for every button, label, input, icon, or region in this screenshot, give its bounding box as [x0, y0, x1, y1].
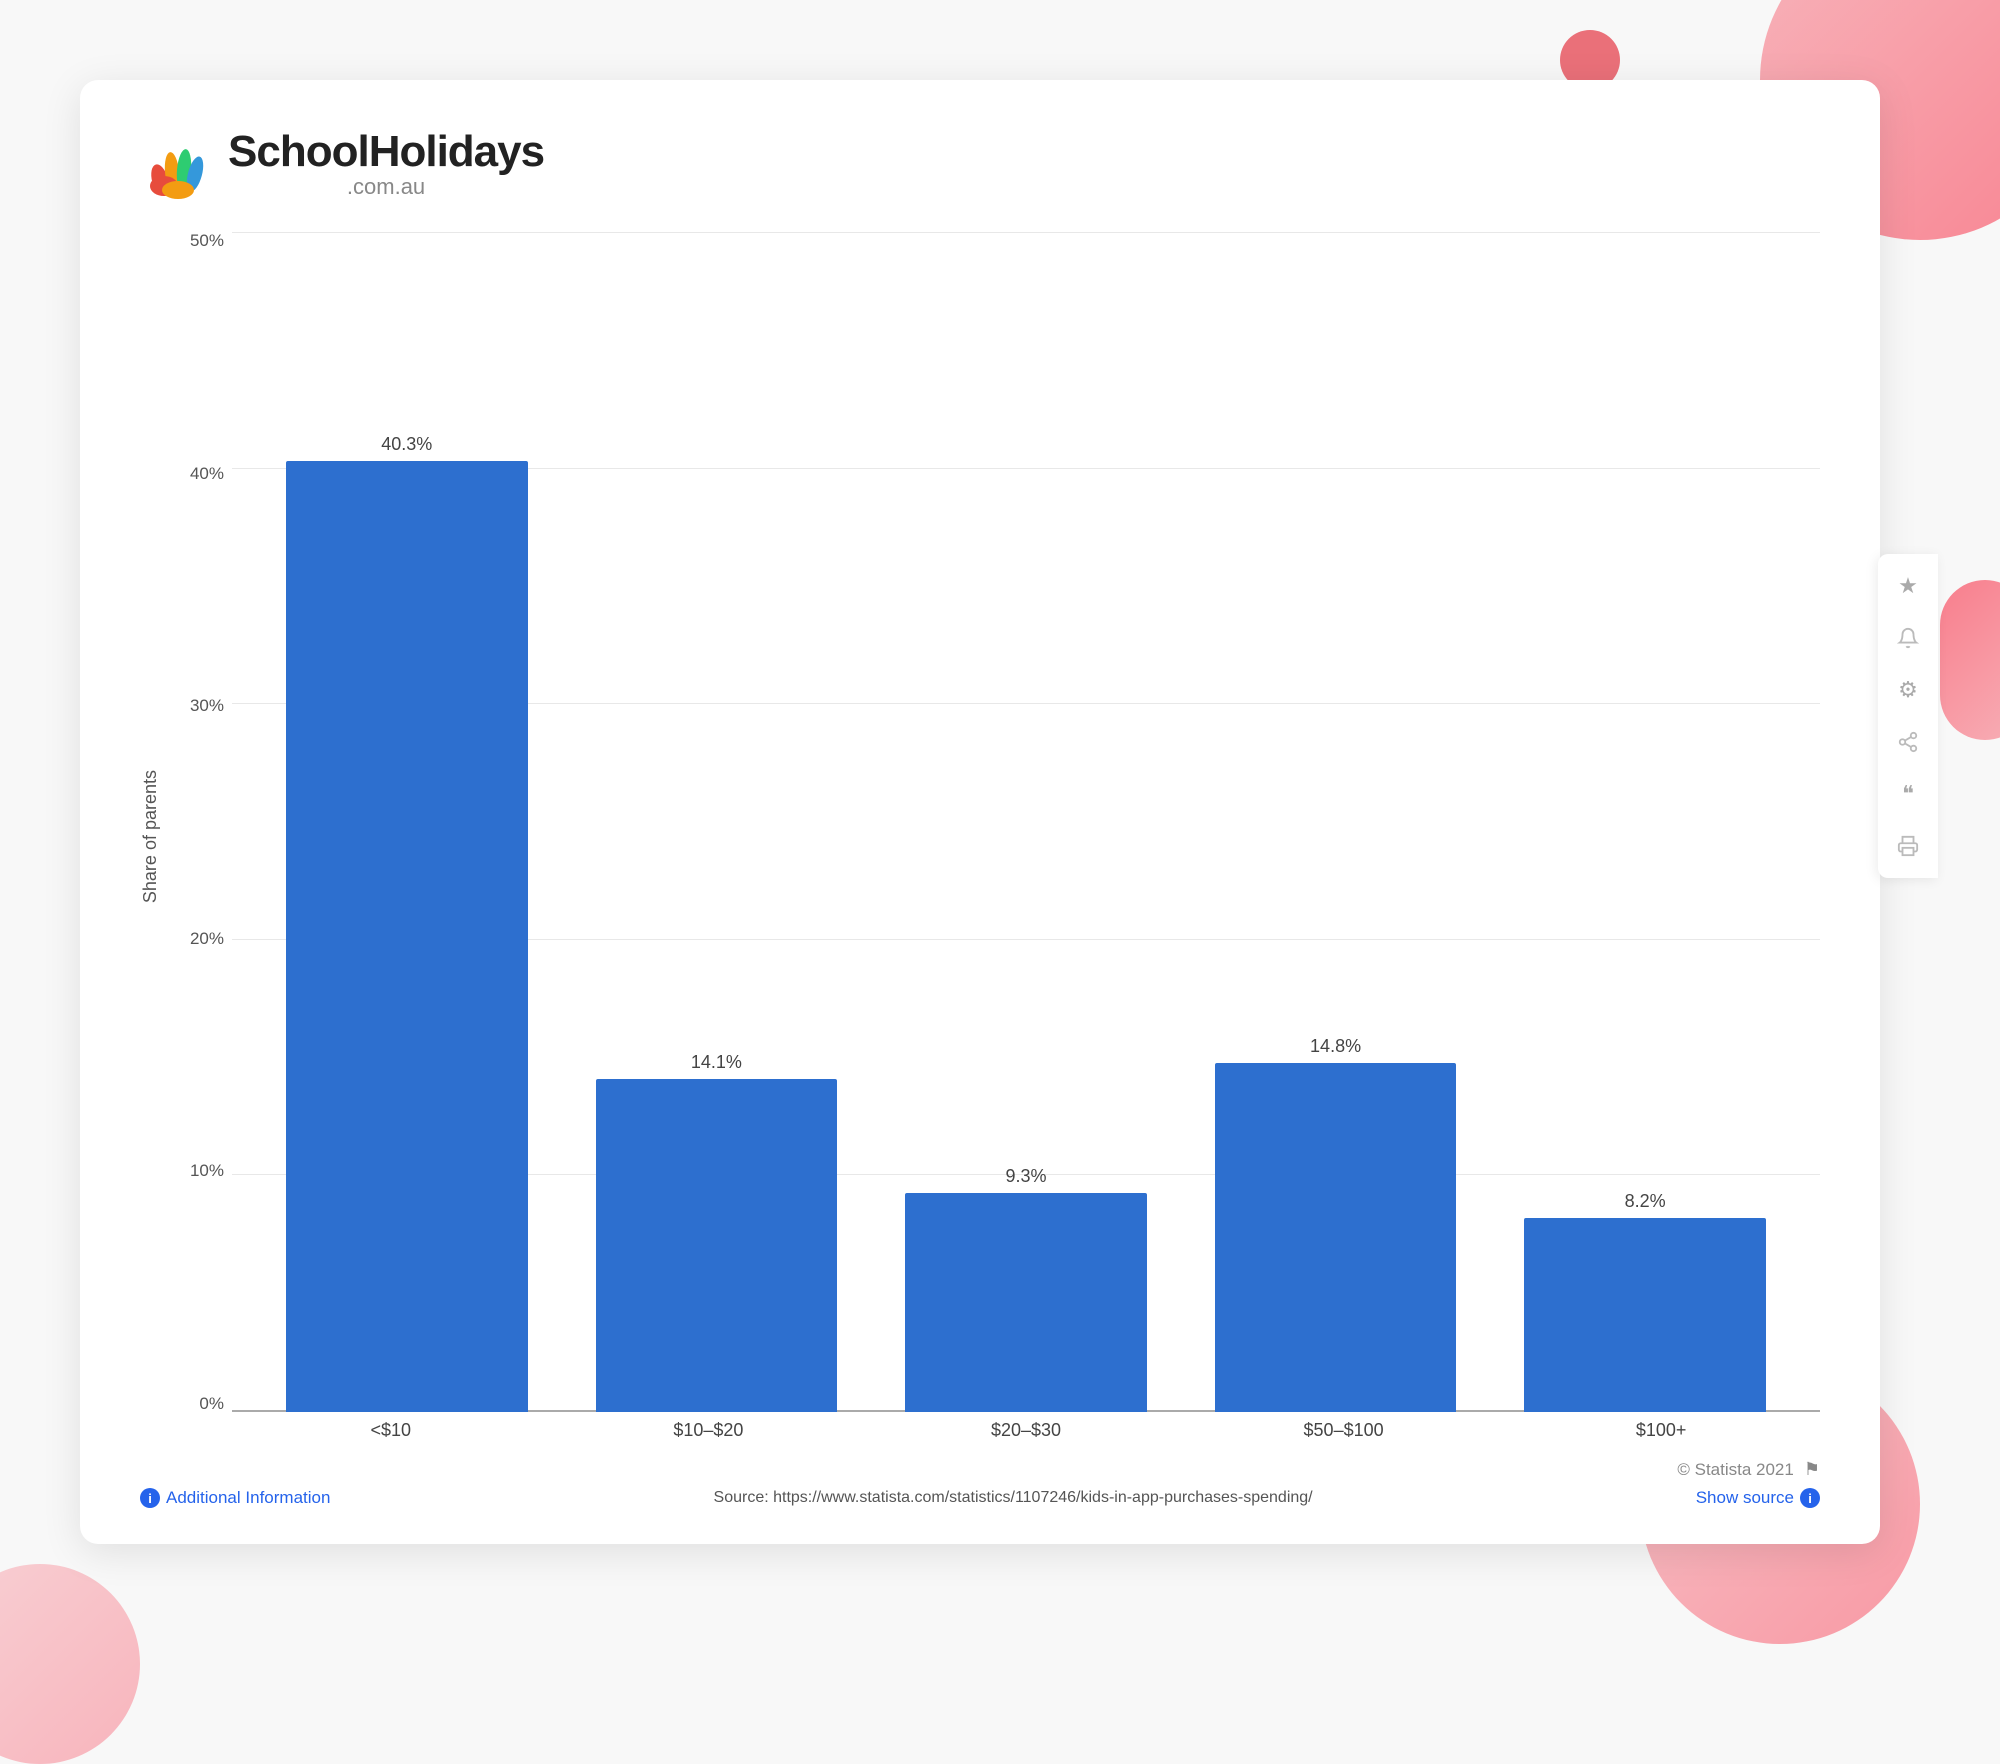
- footer: © Statista 2021 ⚑ i Additional Informati…: [140, 1459, 1820, 1508]
- bar-value-label: 40.3%: [381, 434, 432, 455]
- show-source-info-icon: i: [1800, 1488, 1820, 1508]
- bars-area: 40.3% 14.1% 9.3% 14.8% 8.2%: [232, 232, 1820, 1412]
- x-tick: $50–$100: [1185, 1420, 1503, 1441]
- logo-icon: [140, 128, 212, 200]
- x-axis: <$10$10–$20$20–$30$50–$100$100+: [180, 1420, 1820, 1441]
- y-tick: 40%: [190, 465, 232, 482]
- bar-group: 14.8%: [1181, 232, 1491, 1412]
- y-tick: 20%: [190, 930, 232, 947]
- y-tick: 30%: [190, 697, 232, 714]
- chart-plot: 50% 40% 30% 20% 10% 0% 40.3% 14.1% 9.3% 14.8% 8.2…: [180, 232, 1820, 1412]
- bg-decoration-right-mid: [1940, 580, 2000, 740]
- x-tick: $100+: [1502, 1420, 1820, 1441]
- bar-group: 40.3%: [252, 232, 562, 1412]
- x-tick: <$10: [232, 1420, 550, 1441]
- show-source-button[interactable]: Show source i: [1696, 1488, 1820, 1508]
- bar-value-label: 8.2%: [1625, 1191, 1666, 1212]
- share-button[interactable]: [1884, 718, 1932, 766]
- star-button[interactable]: ★: [1884, 562, 1932, 610]
- logo-regular-part: School: [228, 127, 369, 176]
- bar: [905, 1193, 1146, 1412]
- logo-domain: .com.au: [228, 176, 544, 198]
- source-url: Source: https://www.statista.com/statist…: [330, 1489, 1695, 1507]
- bar-value-label: 9.3%: [1005, 1166, 1046, 1187]
- chart-inner: 50% 40% 30% 20% 10% 0% 40.3% 14.1% 9.3% 14.8% 8.2…: [180, 232, 1820, 1441]
- gear-button[interactable]: ⚙: [1884, 666, 1932, 714]
- bar: [596, 1079, 837, 1412]
- additional-info-label: Additional Information: [166, 1488, 330, 1508]
- x-tick: $20–$30: [867, 1420, 1185, 1441]
- y-tick: 50%: [190, 232, 232, 249]
- bar: [1215, 1063, 1456, 1412]
- show-source-label: Show source: [1696, 1488, 1794, 1508]
- quote-button[interactable]: ❝: [1884, 770, 1932, 818]
- logo-bold-part: Holidays: [369, 127, 544, 176]
- bg-decoration-bottom-left: [0, 1564, 140, 1764]
- bar-value-label: 14.8%: [1310, 1036, 1361, 1057]
- bar-group: 9.3%: [871, 232, 1181, 1412]
- bar: [1524, 1218, 1765, 1412]
- additional-info-link[interactable]: i Additional Information: [140, 1488, 330, 1508]
- footer-bottom: i Additional Information Source: https:/…: [140, 1488, 1820, 1508]
- side-toolbar: ★ ⚙ ❝: [1878, 554, 1938, 878]
- bar-group: 8.2%: [1490, 232, 1800, 1412]
- x-tick: $10–$20: [550, 1420, 868, 1441]
- logo-text: SchoolHolidays .com.au: [228, 130, 544, 198]
- y-tick: 0%: [199, 1395, 232, 1412]
- y-ticks: 50% 40% 30% 20% 10% 0%: [180, 232, 232, 1412]
- bar: [286, 461, 527, 1412]
- print-button[interactable]: [1884, 822, 1932, 870]
- bar-value-label: 14.1%: [691, 1052, 742, 1073]
- chart-container: Share of parents 50% 40% 30% 20% 10% 0% 40.3%…: [140, 232, 1820, 1441]
- bell-button[interactable]: [1884, 614, 1932, 662]
- bar-group: 14.1%: [562, 232, 872, 1412]
- flag-icon: ⚑: [1804, 1459, 1820, 1480]
- logo-area: SchoolHolidays .com.au: [140, 128, 1820, 200]
- logo-name: SchoolHolidays: [228, 130, 544, 174]
- info-icon: i: [140, 1488, 160, 1508]
- copyright-text: © Statista 2021: [1677, 1460, 1794, 1480]
- main-card: SchoolHolidays .com.au Share of parents …: [80, 80, 1880, 1544]
- y-tick: 10%: [190, 1162, 232, 1179]
- footer-top: © Statista 2021 ⚑: [140, 1459, 1820, 1480]
- y-axis-label: Share of parents: [140, 770, 172, 903]
